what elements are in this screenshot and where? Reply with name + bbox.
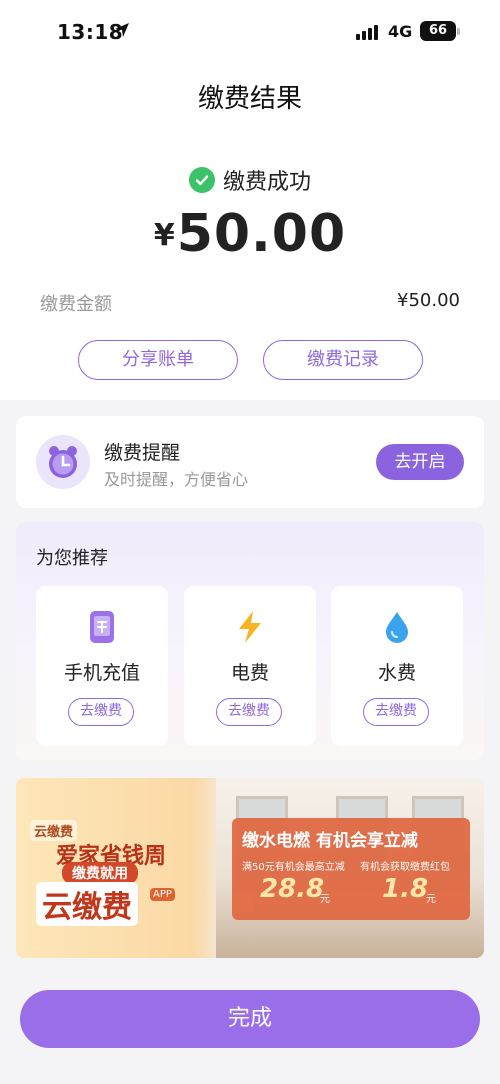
alarm-clock-icon (36, 435, 90, 489)
go-pay-button[interactable]: 去缴费 (216, 698, 282, 726)
payment-records-button[interactable]: 缴费记录 (263, 340, 423, 380)
banner-promo-box: 缴水电燃 有机会享立减 满50元有机会最高立减 28.8 元 有机会获取缴费红包… (232, 818, 470, 920)
success-row: 缴费成功 (0, 164, 500, 196)
offer-value: 28.8 (260, 874, 325, 904)
recommend-item-label: 手机充值 (63, 662, 140, 684)
recommend-item-electricity[interactable]: 电费 去缴费 (184, 586, 316, 746)
banner-app-badge: APP (150, 888, 175, 901)
enable-reminder-button[interactable]: 去开启 (376, 444, 464, 480)
location-arrow-icon (114, 22, 130, 42)
share-bill-button[interactable]: 分享账单 (78, 340, 238, 380)
result-card: 缴费成功 ¥50.00 缴费金额 ¥50.00 分享账单 缴费记录 (0, 126, 500, 400)
offer-label: 满50元有机会最高立减 (242, 862, 345, 873)
recommend-item-label: 水费 (377, 662, 416, 684)
page-title: 缴费结果 (197, 84, 302, 114)
reminder-title: 缴费提醒 (104, 442, 181, 464)
nav-bar: 缴费结果 (0, 62, 500, 126)
fee-value: ¥50.00 (397, 290, 460, 311)
recommend-item-water[interactable]: 水费 去缴费 (331, 586, 463, 746)
battery-icon: 66 (420, 21, 456, 41)
go-pay-button[interactable]: 去缴费 (363, 698, 429, 726)
banner-subtitle: 缴费就用 (62, 862, 138, 884)
promo-title: 缴水电燃 有机会享立减 (242, 831, 418, 851)
currency-symbol: ¥ (153, 218, 175, 253)
recommend-section: 为您推荐 手机充值 去缴费 电费 去缴费 水费 去缴费 (16, 522, 484, 760)
lightning-icon (235, 610, 265, 648)
water-drop-icon (382, 610, 412, 648)
offer-unit: 元 (320, 894, 330, 905)
banner-brand: 云缴费 (36, 882, 138, 926)
check-circle-icon (188, 167, 215, 193)
status-bar: 13:18 4G 66 (0, 0, 500, 62)
offer-label: 有机会获取缴费红包 (360, 862, 450, 873)
paid-amount: ¥50.00 (0, 204, 500, 264)
recommend-item-label: 电费 (230, 662, 269, 684)
phone-recharge-icon (87, 610, 117, 648)
amount-value: 50.00 (176, 204, 347, 264)
network-type: 4G (388, 22, 413, 41)
fee-label: 缴费金额 (40, 294, 112, 315)
reminder-subtitle: 及时提醒，方便省心 (104, 470, 249, 489)
offer-value: 1.8 (382, 874, 429, 904)
payment-result-page: 13:18 4G 66 缴费结果 缴费成功 ¥50.00 缴费金额 ¥50.00… (0, 0, 500, 1084)
payment-reminder-card: 缴费提醒 及时提醒，方便省心 去开启 (16, 416, 484, 508)
recommend-title: 为您推荐 (36, 548, 108, 569)
offer-unit: 元 (426, 894, 436, 905)
go-pay-button[interactable]: 去缴费 (68, 698, 134, 726)
signal-icon (356, 25, 378, 40)
battery-tip (457, 28, 460, 35)
promo-banner[interactable]: 云缴费 爱家省钱周 缴费就用 云缴费 APP 缴水电燃 有机会享立减 满50元有… (16, 778, 484, 958)
done-button[interactable]: 完成 (20, 990, 480, 1048)
success-text: 缴费成功 (222, 170, 311, 195)
recommend-item-phone[interactable]: 手机充值 去缴费 (36, 586, 168, 746)
